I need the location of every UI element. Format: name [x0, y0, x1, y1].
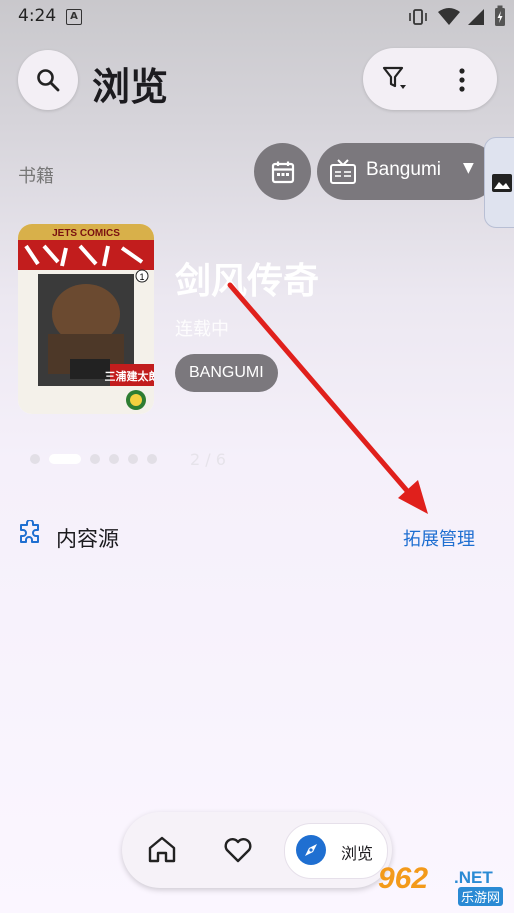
vibrate-icon [409, 9, 427, 25]
extension-manage-link[interactable]: 拓展管理 [403, 525, 475, 551]
site-watermark: 962 .NET 乐游网 [378, 862, 514, 908]
cover-author: 三浦建太郎 [105, 369, 155, 383]
image-tab[interactable] [484, 137, 514, 228]
carousel-dot[interactable] [30, 454, 40, 464]
book-cover[interactable]: JETS COMICS 1 三浦建太郎 [18, 224, 154, 414]
featured-source-tag: BANGUMI [175, 354, 278, 392]
section-title: 内容源 [56, 527, 119, 551]
watermark-net: .NET [454, 868, 493, 887]
status-time: 4:24 [18, 6, 57, 26]
source-selector-label: Bangumi [366, 159, 441, 180]
calendar-icon [271, 161, 294, 183]
tv-icon [330, 159, 356, 184]
carousel-counter: 2 / 6 [190, 450, 226, 469]
carousel-dot[interactable] [90, 454, 100, 464]
notification-a-icon: A [66, 9, 82, 25]
header-actions [363, 48, 497, 110]
chevron-down-icon: ▼ [463, 160, 474, 176]
cover-artwork: JETS COMICS 1 三浦建太郎 [18, 224, 154, 414]
home-icon[interactable] [146, 834, 178, 864]
heart-icon[interactable] [222, 834, 254, 864]
page-title: 浏览 [92, 65, 169, 109]
carousel-dot[interactable] [109, 454, 119, 464]
carousel-dot[interactable] [128, 454, 138, 464]
search-icon [37, 69, 60, 92]
category-label: 书籍 [18, 166, 54, 187]
watermark-logo: 962 [378, 862, 429, 895]
battery-icon [495, 5, 505, 26]
source-selector[interactable]: Bangumi ▼ [317, 143, 497, 200]
svg-text:1: 1 [139, 272, 144, 282]
featured-title[interactable]: 剑风传奇 [175, 252, 319, 304]
svg-text:JETS COMICS: JETS COMICS [52, 228, 120, 239]
filter-icon[interactable] [381, 65, 413, 95]
carousel-dot[interactable] [49, 454, 81, 464]
more-vert-icon[interactable] [455, 66, 469, 94]
carousel-pager [30, 454, 157, 464]
search-button[interactable] [18, 50, 78, 110]
image-icon [492, 173, 512, 192]
watermark-sub: 乐游网 [458, 887, 504, 906]
signal-icon [468, 9, 484, 25]
status-bar: 4:24 A [0, 0, 514, 34]
bottom-navigation: 浏览 [122, 812, 392, 888]
nav-item-browse[interactable]: 浏览 [284, 823, 388, 879]
carousel-dot[interactable] [147, 454, 157, 464]
featured-status: 连载中 [175, 319, 229, 340]
nav-item-browse-label: 浏览 [341, 844, 374, 863]
compass-icon [296, 835, 326, 865]
extension-icon [20, 520, 39, 543]
wifi-icon [438, 8, 460, 25]
calendar-button[interactable] [254, 143, 311, 200]
